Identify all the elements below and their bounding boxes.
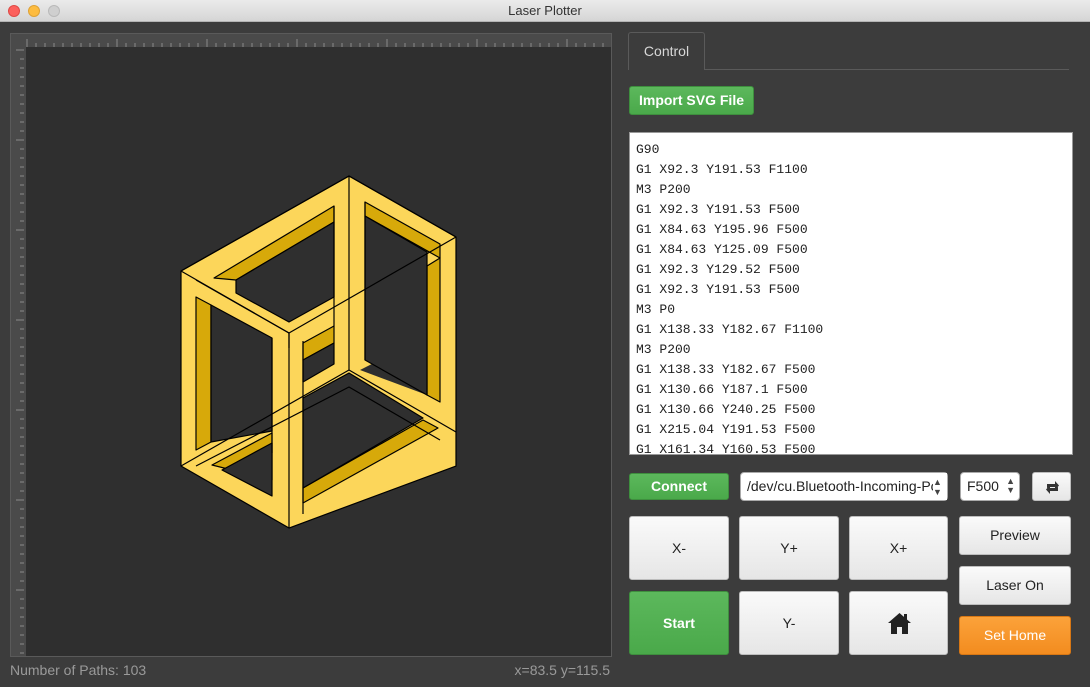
import-svg-button[interactable]: Import SVG File — [629, 86, 754, 115]
jog-y-minus-button[interactable]: Y- — [739, 591, 839, 655]
gcode-line: G1 X138.33 Y182.67 F1100 — [636, 322, 824, 337]
preview-button[interactable]: Preview — [959, 516, 1071, 555]
feed-rate-value: F500 — [967, 478, 999, 494]
jog-y-plus-button[interactable]: Y+ — [739, 516, 839, 580]
tab-control[interactable]: Control — [628, 32, 705, 70]
start-button[interactable]: Start — [629, 591, 729, 655]
jog-x-minus-button[interactable]: X- — [629, 516, 729, 580]
gcode-line: M3 P200 — [636, 342, 691, 357]
close-window-button[interactable] — [8, 5, 20, 17]
gcode-line: M3 P0 — [636, 302, 676, 317]
title-bar: Laser Plotter — [0, 0, 1090, 22]
gcode-line: G1 X92.3 Y191.53 F500 — [636, 202, 800, 217]
plot-canvas[interactable] — [26, 47, 611, 656]
path-count: Number of Paths: 103 — [10, 662, 147, 678]
jog-x-plus-button[interactable]: X+ — [849, 516, 948, 580]
port-select-value: /dev/cu.Bluetooth-Incoming-Port — [747, 478, 947, 494]
set-home-button[interactable]: Set Home — [959, 616, 1071, 655]
gcode-line: G1 X92.3 Y191.53 F1100 — [636, 162, 808, 177]
gcode-line: G1 X161.34 Y160.53 F500 — [636, 442, 816, 455]
feed-rate-select[interactable]: F500 ▲ ▼ — [960, 472, 1020, 501]
gcode-line: G1 X92.3 Y191.53 F500 — [636, 282, 800, 297]
gcode-line: G1 X130.66 Y187.1 F500 — [636, 382, 808, 397]
refresh-icon — [1046, 481, 1059, 494]
gcode-line: M3 P200 — [636, 182, 691, 197]
minimize-window-button[interactable] — [28, 5, 40, 17]
port-select-arrows-icon: ▲ ▼ — [933, 473, 947, 500]
gcode-line: G1 X138.33 Y182.67 F500 — [636, 362, 816, 377]
gcode-line: G1 X215.04 Y191.53 F500 — [636, 422, 816, 437]
refresh-ports-button[interactable] — [1032, 472, 1071, 501]
port-select[interactable]: /dev/cu.Bluetooth-Incoming-Port — [740, 472, 948, 501]
connect-button[interactable]: Connect — [629, 473, 729, 500]
cursor-coordinates: x=83.5 y=115.5 — [514, 662, 610, 678]
gcode-line: G1 X84.63 Y125.09 F500 — [636, 242, 808, 257]
gcode-line: G1 X92.3 Y129.52 F500 — [636, 262, 800, 277]
window-title: Laser Plotter — [508, 3, 582, 18]
zoom-window-button[interactable] — [48, 5, 60, 17]
gcode-line: G1 X130.66 Y240.25 F500 — [636, 402, 816, 417]
gcode-text-area[interactable]: G90 G1 X92.3 Y191.53 F1100 M3 P200 G1 X92.3… — [629, 132, 1073, 455]
tab-bar: Control — [628, 32, 1069, 70]
gcode-line: G90 — [636, 142, 660, 157]
home-icon — [888, 613, 911, 634]
laser-on-button[interactable]: Laser On — [959, 566, 1071, 605]
gcode-line: G1 X84.63 Y195.96 F500 — [636, 222, 808, 237]
go-home-button[interactable] — [849, 591, 948, 655]
impossible-cube-drawing — [180, 175, 457, 529]
feed-rate-arrows-icon: ▲ ▼ — [1006, 476, 1015, 495]
